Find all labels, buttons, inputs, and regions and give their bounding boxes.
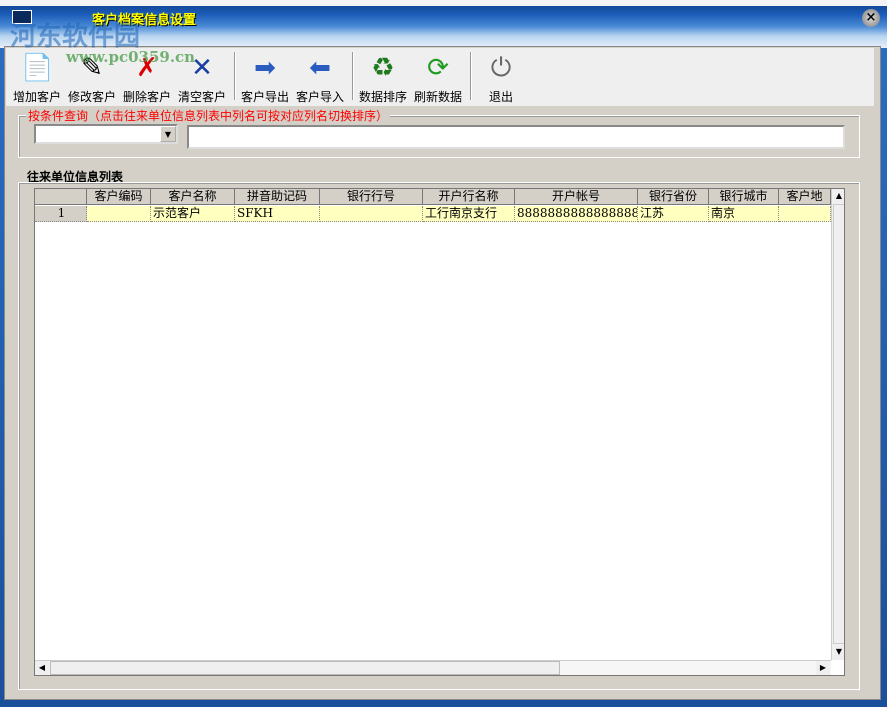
title-bar[interactable]: 客户档案信息设置 × (0, 0, 887, 48)
separator (352, 52, 354, 100)
table-header: 客户编码 客户名称 拼音助记码 银行行号 开户行名称 开户帐号 银行省份 银行城市 客户地 (35, 189, 831, 205)
table-cell[interactable]: 南京 (709, 206, 779, 222)
button-label: 增加客户 (12, 90, 61, 104)
table-cell[interactable]: 江苏 (638, 206, 709, 222)
clear-x-icon: ✕ (191, 53, 213, 83)
folder-export-icon: ➡ (254, 53, 276, 83)
table-cell[interactable] (87, 206, 151, 222)
button-label: 修改客户 (67, 90, 116, 104)
exit-icon: ⏻ (490, 53, 512, 83)
app-window: 客户档案信息设置 × 📄 增加客户 ✎ 修改客户 ✗ 删除客户 ✕ 清空客户 ➡ 客户导出… (0, 0, 887, 707)
separator (470, 52, 472, 100)
table-cell[interactable]: 工行南京支行 (423, 206, 515, 222)
add-customer-button[interactable]: 📄 增加客户 (9, 52, 65, 105)
edit-customer-button[interactable]: ✎ 修改客户 (64, 52, 120, 105)
table-cell[interactable]: 示范客户 (151, 206, 235, 222)
search-keyword-input[interactable] (187, 125, 845, 149)
scroll-down-button[interactable]: ▼ (832, 645, 844, 659)
vertical-scroll-thumb[interactable] (833, 204, 844, 644)
sort-data-button[interactable]: ♻ 数据排序 (355, 52, 411, 105)
scroll-left-button[interactable]: ◀ (35, 661, 49, 675)
refresh-data-button[interactable]: ⟳ 刷新数据 (410, 52, 466, 105)
column-header (35, 189, 87, 205)
export-customer-button[interactable]: ➡ 客户导出 (237, 52, 293, 105)
search-group-label: 按条件查询（点击往来单位信息列表中列名可按对应列名切换排序） (26, 107, 391, 124)
button-label: 客户导入 (295, 90, 344, 104)
column-header[interactable]: 客户名称 (151, 189, 235, 205)
table-cell[interactable] (779, 206, 831, 222)
table-cell[interactable]: SFKH (235, 206, 320, 222)
column-header[interactable]: 银行省份 (638, 189, 709, 205)
delete-customer-button[interactable]: ✗ 删除客户 (119, 52, 175, 105)
customer-table: 客户编码 客户名称 拼音助记码 银行行号 开户行名称 开户帐号 银行省份 银行城市 客户地 1 示… (34, 188, 845, 676)
separator (234, 52, 236, 100)
refresh-icon: ⟳ (427, 53, 449, 83)
delete-x-icon: ✗ (136, 53, 158, 83)
column-header[interactable]: 银行行号 (320, 189, 423, 205)
column-header[interactable]: 开户行名称 (423, 189, 515, 205)
button-label: 数据排序 (358, 90, 407, 104)
recycle-sort-icon: ♻ (371, 53, 395, 83)
search-field-select[interactable]: ▼ (34, 124, 178, 144)
toolbar: 📄 增加客户 ✎ 修改客户 ✗ 删除客户 ✕ 清空客户 ➡ 客户导出 ⬅ 客户导入 ♻ 数据排… (6, 48, 874, 106)
column-header[interactable]: 客户地 (779, 189, 831, 205)
button-label: 清空客户 (177, 90, 226, 104)
window-title: 客户档案信息设置 (92, 13, 197, 28)
button-label: 退出 (488, 90, 513, 104)
horizontal-scrollbar[interactable]: ◀ ▶ (35, 660, 831, 675)
close-button[interactable]: × (862, 9, 880, 27)
scroll-up-button[interactable]: ▲ (832, 189, 844, 203)
button-label: 刷新数据 (413, 90, 462, 104)
app-icon (12, 10, 32, 24)
exit-button[interactable]: ⏻ 退出 (473, 52, 529, 105)
import-customer-button[interactable]: ⬅ 客户导入 (292, 52, 348, 105)
chevron-down-icon[interactable]: ▼ (160, 126, 176, 142)
table-cell[interactable]: 8888888888888888 (515, 206, 638, 222)
column-header[interactable]: 开户帐号 (515, 189, 638, 205)
clear-customer-button[interactable]: ✕ 清空客户 (174, 52, 230, 105)
scroll-right-button[interactable]: ▶ (816, 661, 830, 675)
row-number[interactable]: 1 (35, 206, 87, 222)
add-document-icon: 📄 (21, 53, 54, 83)
column-header[interactable]: 客户编码 (87, 189, 151, 205)
column-header[interactable]: 拼音助记码 (235, 189, 320, 205)
table-cell[interactable] (320, 206, 423, 222)
button-label: 删除客户 (122, 90, 171, 104)
folder-import-icon: ⬅ (309, 53, 331, 83)
vertical-scrollbar[interactable]: ▲ ▼ (831, 189, 844, 660)
table-row[interactable]: 1 示范客户 SFKH 工行南京支行 8888888888888888 江苏 南京 (35, 206, 831, 222)
button-label: 客户导出 (240, 90, 289, 104)
horizontal-scroll-thumb[interactable] (50, 661, 560, 675)
column-header[interactable]: 银行城市 (709, 189, 779, 205)
edit-pencil-icon: ✎ (81, 53, 103, 83)
